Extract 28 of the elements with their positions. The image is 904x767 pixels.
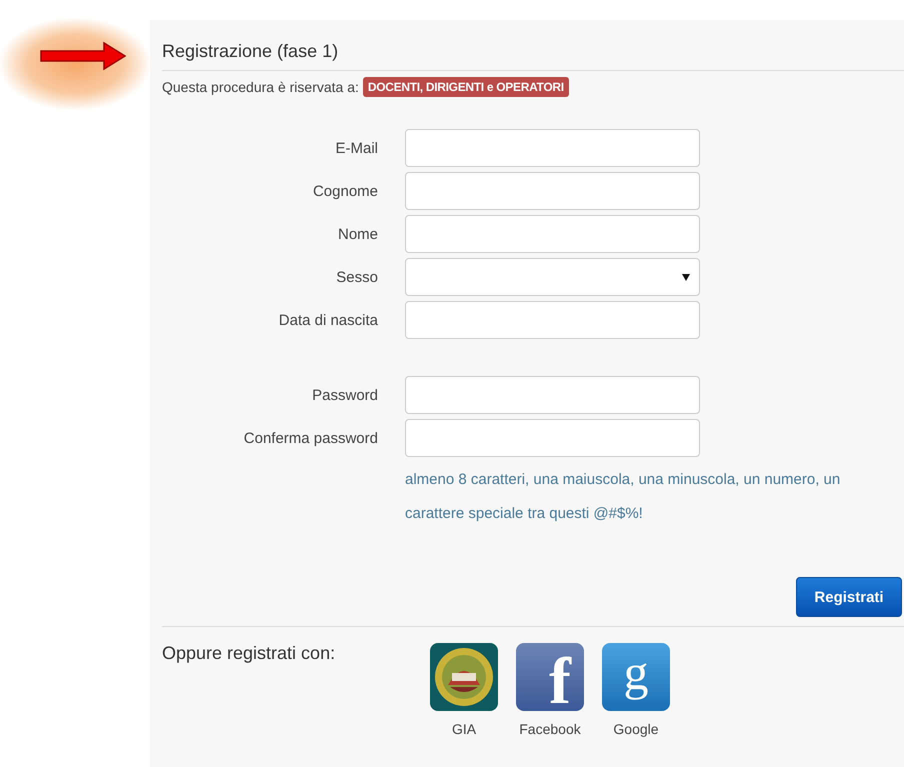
field-label: Cognome: [312, 182, 379, 200]
input-field[interactable]: [405, 215, 700, 253]
form-title: Registrazione (fase 1): [162, 20, 904, 71]
caret-icon: [682, 274, 690, 281]
password-hint: almeno 8 caratteri, una maiuscola, una minuscola, un numero, un carattere speciale tra questi @#$%!: [405, 470, 842, 524]
seal-icon[interactable]: [430, 643, 498, 711]
arrow-icon: [40, 41, 126, 71]
field-label: Sesso: [335, 268, 379, 286]
field-label: Nome: [336, 226, 379, 242]
provider-name: Google: [613, 721, 659, 737]
field-label: Data di nascita: [278, 312, 379, 328]
provider-name: Facebook: [519, 721, 581, 737]
field-label: Password: [311, 386, 379, 404]
intro-text: Questa procedura è riservata a:: [162, 79, 359, 95]
social-label: Oppure registrati con:: [162, 643, 336, 665]
select-field[interactable]: [405, 258, 700, 296]
input-field[interactable]: [405, 172, 700, 210]
password-field[interactable]: [405, 419, 700, 457]
password-field[interactable]: [405, 376, 700, 414]
g-logo-icon[interactable]: g: [602, 643, 670, 711]
input-field[interactable]: [405, 129, 700, 167]
f-logo-icon[interactable]: f: [516, 643, 584, 711]
field-label: Conferma password: [242, 430, 379, 446]
input-field[interactable]: [405, 301, 700, 339]
register-button[interactable]: Registrati: [796, 577, 902, 617]
field-label: E-Mail: [334, 140, 379, 156]
audience-badge: DOCENTI, DIRIGENTI e OPERATORI: [362, 77, 569, 97]
provider-name: GIA: [452, 721, 476, 737]
